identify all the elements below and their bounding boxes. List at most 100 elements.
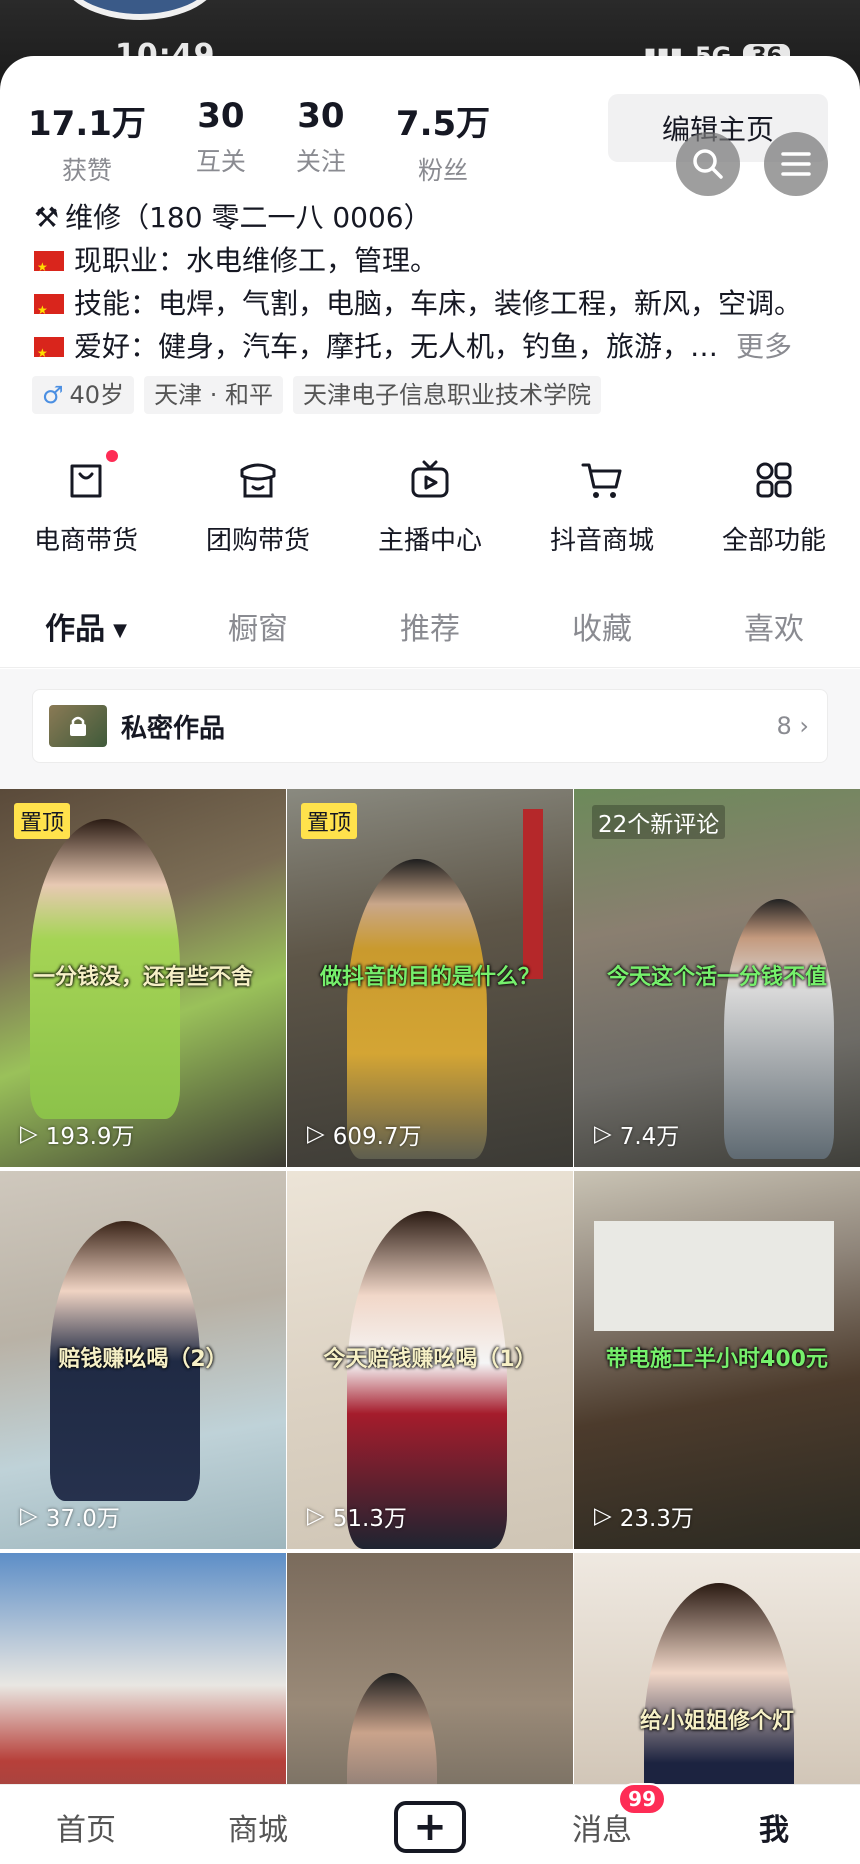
bottom-nav: 首页 商城 + 消息 99 我 xyxy=(0,1783,860,1864)
thumbnail-figure xyxy=(347,859,487,1159)
age-tag: ♂ 40岁 xyxy=(32,376,135,414)
profile-stats: 17.1万 获赞 30 互关 30 关注 7.5万 粉丝 xyxy=(28,96,540,187)
tab-favorites[interactable]: 收藏 xyxy=(516,604,688,667)
nav-messages-label: 消息 xyxy=(572,1813,632,1848)
china-flag-icon xyxy=(34,246,64,289)
unread-badge: 99 xyxy=(618,1783,666,1815)
nav-messages[interactable]: 消息 99 xyxy=(542,1783,666,1849)
video-thumbnail[interactable]: 今天赔钱赚吆喝（1） ▷ 51.3万 xyxy=(287,1171,573,1549)
tv-icon xyxy=(406,456,454,504)
caret-down-icon: ▼ xyxy=(113,619,127,641)
play-icon: ▷ xyxy=(594,1121,612,1147)
play-count-value: 609.7万 xyxy=(332,1124,422,1150)
private-works-row[interactable]: 私密作品 8 › xyxy=(32,689,828,763)
video-caption: 今天这个活一分钱不值 xyxy=(606,965,827,990)
private-section: 私密作品 8 › xyxy=(0,669,860,789)
nav-create[interactable]: + xyxy=(370,1801,490,1853)
tab-likes[interactable]: 喜欢 xyxy=(688,604,860,667)
notification-dot xyxy=(106,450,118,462)
service-all-features[interactable]: 全部功能 xyxy=(694,456,854,557)
bio-text: 维修（180 零二一八 0006） xyxy=(65,201,432,234)
stat-likes[interactable]: 17.1万 获赞 xyxy=(28,96,146,187)
profile-card: 17.1万 获赞 30 互关 30 关注 7.5万 粉丝 编辑主页 ⚒ 维修（1… xyxy=(0,56,860,1864)
nav-mall[interactable]: 商城 xyxy=(198,1805,318,1849)
location-tag: 天津 · 和平 xyxy=(144,376,283,414)
content-tabs: 作品 ▼ 橱窗 推荐 收藏 喜欢 xyxy=(0,604,860,679)
nav-row: 首页 商城 + 消息 99 我 xyxy=(0,1783,860,1864)
video-thumbnail[interactable]: 置顶 做抖音的目的是什么？ ▷ 609.7万 xyxy=(287,789,573,1167)
china-flag-icon xyxy=(34,332,64,375)
service-label: 抖音商城 xyxy=(549,526,654,556)
service-label: 全部功能 xyxy=(721,526,826,556)
stat-mutual[interactable]: 30 互关 xyxy=(196,96,246,187)
play-count: ▷ 609.7万 xyxy=(307,1117,422,1151)
age-text: 40岁 xyxy=(69,381,125,409)
video-grid: 置顶 一分钱没，还有些不舍 ▷ 193.9万 置顶 做抖音的目的是什么？ ▷ 609… xyxy=(0,789,860,1864)
video-thumbnail[interactable]: 22个新评论 今天这个活一分钱不值 ▷ 7.4万 xyxy=(574,789,860,1167)
profile-tags: ♂ 40岁 天津 · 和平 天津电子信息职业技术学院 xyxy=(32,376,601,414)
stat-value: 17.1万 xyxy=(28,104,146,144)
service-streamer-center[interactable]: 主播中心 xyxy=(350,456,510,557)
play-count: ▷ 23.3万 xyxy=(594,1499,694,1533)
grid-icon xyxy=(750,456,798,504)
bio-line: 技能：电焊，气割，电脑，车床，装修工程，新风，空调。 xyxy=(34,282,834,332)
male-icon: ♂ xyxy=(42,381,64,409)
stat-following[interactable]: 30 关注 xyxy=(296,96,346,187)
bio-text: 技能：电焊，气割，电脑，车床，装修工程，新风，空调。 xyxy=(74,287,803,320)
video-thumbnail[interactable]: 赔钱赚吆喝（2） ▷ 37.0万 xyxy=(0,1171,286,1549)
bio-line: 爱好：健身，汽车，摩托，无人机，钓鱼，旅游，… 更多 xyxy=(34,325,834,375)
play-count-value: 37.0万 xyxy=(45,1506,120,1532)
service-group-buy[interactable]: 团购带货 xyxy=(178,456,338,557)
new-comments-badge: 22个新评论 xyxy=(592,805,726,839)
lock-icon xyxy=(70,716,86,736)
china-flag-icon xyxy=(34,289,64,332)
stat-value: 30 xyxy=(297,96,345,136)
play-count: ▷ 37.0万 xyxy=(20,1499,120,1533)
play-icon: ▷ xyxy=(20,1503,38,1529)
stat-label: 互关 xyxy=(195,147,246,176)
stat-value: 7.5万 xyxy=(395,104,491,144)
thumbnail-figure xyxy=(724,899,834,1159)
service-ecommerce[interactable]: 电商带货 xyxy=(6,450,166,557)
private-count-value: 8 xyxy=(776,712,792,740)
menu-button[interactable] xyxy=(764,132,828,196)
service-label: 电商带货 xyxy=(33,526,138,556)
bio-more-link[interactable]: 更多 xyxy=(736,325,792,368)
services-row: 电商带货 团购带货 主播中心 抖音商城 全部功能 xyxy=(0,450,860,557)
nav-me[interactable]: 我 xyxy=(714,1805,834,1849)
video-caption: 赔钱赚吆喝（2） xyxy=(58,1347,228,1372)
service-douyin-mall[interactable]: 抖音商城 xyxy=(522,456,682,557)
avatar[interactable] xyxy=(60,0,220,20)
play-count: ▷ 51.3万 xyxy=(307,1499,407,1533)
store-icon xyxy=(234,456,282,504)
play-count: ▷ 193.9万 xyxy=(20,1117,135,1151)
play-count: ▷ 7.4万 xyxy=(594,1117,679,1151)
tab-label: 作品 xyxy=(45,612,106,647)
plus-icon: + xyxy=(394,1801,466,1853)
stat-label: 粉丝 xyxy=(418,156,469,185)
nav-home[interactable]: 首页 xyxy=(26,1805,146,1849)
tab-recommend[interactable]: 推荐 xyxy=(344,604,516,667)
tab-showcase[interactable]: 橱窗 xyxy=(172,604,344,667)
tools-icon: ⚒ xyxy=(34,201,60,234)
chevron-right-icon: › xyxy=(799,712,809,740)
play-icon: ▷ xyxy=(20,1121,38,1147)
bio-line: ⚒ 维修（180 零二一八 0006） xyxy=(34,196,834,239)
tab-works[interactable]: 作品 ▼ xyxy=(0,604,172,679)
thumbnail-sign xyxy=(523,809,543,979)
stat-label: 获赞 xyxy=(61,156,112,185)
bio-text: 爱好：健身，汽车，摩托，无人机，钓鱼，旅游，… xyxy=(74,330,719,363)
search-button[interactable] xyxy=(676,132,740,196)
video-thumbnail[interactable]: 置顶 一分钱没，还有些不舍 ▷ 193.9万 xyxy=(0,789,286,1167)
stat-followers[interactable]: 7.5万 粉丝 xyxy=(396,96,490,187)
video-thumbnail[interactable]: 带电施工半小时400元 ▷ 23.3万 xyxy=(574,1171,860,1549)
pinned-badge: 置顶 xyxy=(14,803,71,839)
play-icon: ▷ xyxy=(307,1503,325,1529)
play-count-value: 23.3万 xyxy=(619,1506,694,1532)
play-count-value: 51.3万 xyxy=(332,1506,407,1532)
video-caption: 今天赔钱赚吆喝（1） xyxy=(323,1347,537,1372)
bio-text: 现职业：水电维修工，管理。 xyxy=(74,244,439,277)
school-tag[interactable]: 天津电子信息职业技术学院 xyxy=(292,376,601,414)
menu-icon xyxy=(781,152,811,176)
thumbnail-breaker xyxy=(594,1221,834,1331)
